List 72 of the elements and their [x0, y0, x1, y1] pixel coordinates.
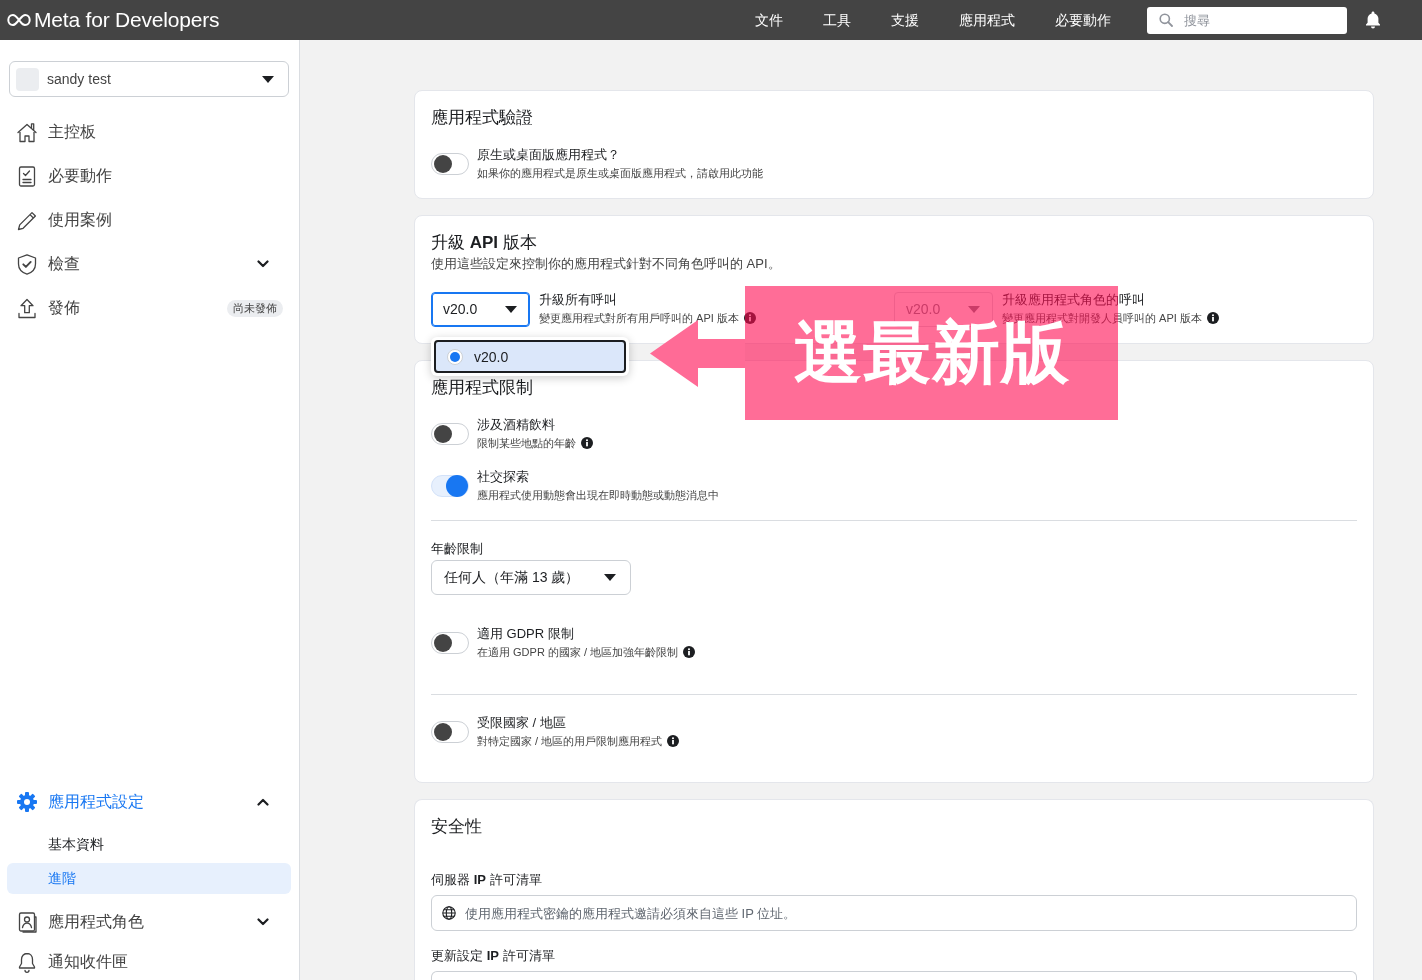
- caret-icon: [262, 75, 274, 83]
- sidebar-item[interactable]: 使用案例: [9, 198, 275, 242]
- shield-check-icon: [16, 253, 38, 275]
- upload-icon: [16, 297, 38, 319]
- card-title: 安全性: [431, 816, 483, 838]
- sidebar-item[interactable]: 應用程式角色: [9, 900, 257, 944]
- globe-icon: [442, 906, 456, 920]
- card-title: 應用程式驗證: [431, 107, 534, 129]
- pencil-icon: [16, 209, 38, 231]
- setting-label: 適用 GDPR 限制: [477, 625, 575, 643]
- sidebar-subitem[interactable]: 基本資料: [7, 829, 291, 860]
- chevron-up-icon[interactable]: [257, 798, 269, 806]
- card-description: 使用這些設定來控制你的應用程式針對不同角色呼叫的 API。: [431, 255, 782, 273]
- chevron-down-icon[interactable]: [257, 260, 269, 268]
- info-icon[interactable]: [581, 437, 593, 449]
- sidebar-item[interactable]: 必要動作: [9, 154, 275, 198]
- input-field[interactable]: [431, 971, 1357, 980]
- radio-icon: [447, 348, 463, 365]
- toggle-switch[interactable]: [431, 475, 469, 497]
- setting-description: 在適用 GDPR 的國家 / 地區加強年齡限制: [477, 645, 679, 660]
- nav-link[interactable]: 文件: [735, 0, 803, 40]
- setting-label: 受限國家 / 地區: [477, 714, 567, 732]
- nav-link[interactable]: 應用程式: [939, 0, 1035, 40]
- toggle-switch[interactable]: [431, 721, 469, 743]
- version-dropdown[interactable]: v20.0: [431, 291, 530, 327]
- id-card-icon: [16, 911, 38, 933]
- setting-label: 原生或桌面版應用程式？: [477, 146, 621, 164]
- setting-label: 升級所有呼叫: [539, 291, 618, 309]
- caret-icon: [505, 305, 517, 313]
- infinity-logo-icon: [7, 13, 31, 27]
- setting-description: 限制某些地點的年齡: [477, 436, 576, 451]
- chevron-down-icon[interactable]: [257, 918, 269, 926]
- dropdown-option[interactable]: v20.0: [434, 340, 626, 373]
- select-dropdown[interactable]: 任何人（年滿 13 歲）: [431, 560, 631, 595]
- card-title: 升級 API 版本: [431, 232, 538, 254]
- nav-link[interactable]: 支援: [871, 0, 939, 40]
- caret-icon: [968, 305, 980, 313]
- setting-description: 對特定國家 / 地區的用戶限制應用程式: [477, 734, 663, 749]
- info-icon[interactable]: [683, 646, 696, 658]
- setting-description: 應用程式使用動態會出現在即時動態或動態消息中: [477, 488, 719, 503]
- info-icon[interactable]: [743, 312, 756, 324]
- house-icon: [16, 121, 38, 143]
- field-label: 更新設定 IP 許可清單: [431, 947, 556, 965]
- search-icon: [1159, 13, 1173, 27]
- toggle-switch[interactable]: [431, 632, 469, 654]
- setting-description: 變更應用程式對所有用戶呼叫的 API 版本: [539, 311, 739, 326]
- setting-label: 社交探索: [477, 468, 530, 486]
- app-selector[interactable]: sandy test: [9, 61, 289, 97]
- sidebar-item[interactable]: 發佈: [9, 286, 227, 330]
- setting-description: 如果你的應用程式是原生或桌面版應用程式，請啟用此功能: [477, 166, 763, 181]
- toggle-switch[interactable]: [431, 153, 469, 175]
- nav-link[interactable]: 工具: [803, 0, 871, 40]
- checklist-icon: [16, 165, 38, 187]
- status-badge: 尚未發佈: [227, 299, 283, 317]
- sidebar-subitem[interactable]: 進階: [7, 863, 291, 894]
- caret-icon: [604, 574, 616, 581]
- sidebar-item[interactable]: 檢查: [9, 242, 257, 286]
- card-title: 應用程式限制: [431, 377, 534, 399]
- info-icon[interactable]: [667, 735, 680, 747]
- toggle-switch[interactable]: [431, 423, 469, 445]
- input-field[interactable]: 使用應用程式密鑰的應用程式邀請必須來自這些 IP 位址。: [431, 895, 1357, 931]
- setting-label: 涉及酒精飲料: [477, 416, 556, 434]
- bell-icon[interactable]: [1365, 11, 1381, 29]
- sidebar-item[interactable]: 應用程式設定: [9, 780, 257, 824]
- field-label: 年齡限制: [431, 540, 483, 558]
- field-label: 伺服器 IP 許可清單: [431, 871, 543, 889]
- brand-link[interactable]: Meta for Developers: [7, 8, 220, 32]
- sidebar-item[interactable]: 主控板: [9, 110, 275, 154]
- bell-outline-icon: [16, 951, 38, 973]
- nav-link[interactable]: 必要動作: [1035, 0, 1131, 40]
- sidebar-item[interactable]: 通知收件匣: [9, 944, 275, 980]
- search-field[interactable]: 搜尋: [1147, 6, 1347, 34]
